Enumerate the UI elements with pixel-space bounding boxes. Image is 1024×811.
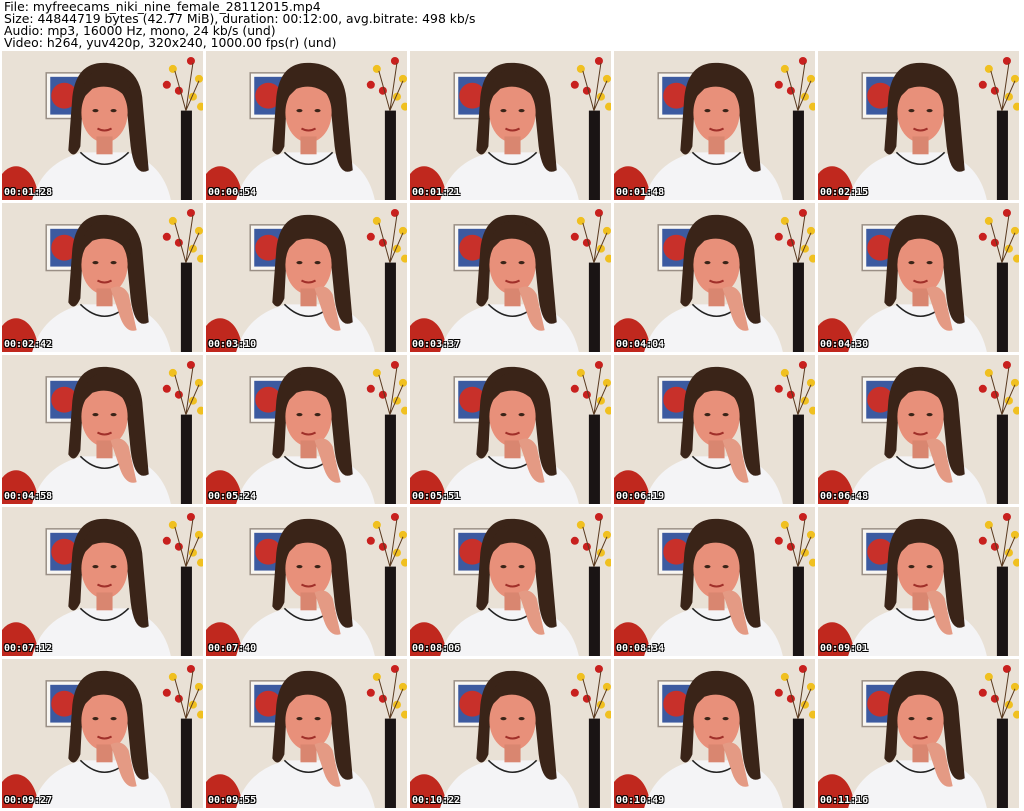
timestamp-label: 00:09:27: [4, 795, 53, 806]
frame-image: [818, 203, 1019, 352]
video-thumbnail: 00:10:49: [614, 659, 815, 808]
frame-image: [2, 51, 203, 200]
video-thumbnail: 00:10:22: [410, 659, 611, 808]
video-thumbnail: 00:02:42: [2, 203, 203, 352]
frame-image: [818, 659, 1019, 808]
timestamp-label: 00:04:30: [820, 339, 869, 350]
frame-image: [410, 51, 611, 200]
video-thumbnail: 00:04:30: [818, 203, 1019, 352]
frame-image: [614, 355, 815, 504]
timestamp-label: 00:03:37: [412, 339, 461, 350]
timestamp-label: 00:02:15: [820, 187, 869, 198]
video-thumbnail: 00:01:21: [410, 51, 611, 200]
video-thumbnail: 00:08:34: [614, 507, 815, 656]
video-thumbnail: 00:06:19: [614, 355, 815, 504]
timestamp-label: 00:06:48: [820, 491, 869, 502]
frame-image: [410, 659, 611, 808]
timestamp-label: 00:08:06: [412, 643, 461, 654]
file-info-header: File: myfreecams_niki_nine_female_281120…: [4, 0, 1020, 50]
video-thumbnail: 00:04:58: [2, 355, 203, 504]
video-thumbnail: 00:08:06: [410, 507, 611, 656]
timestamp-label: 00:02:42: [4, 339, 53, 350]
timestamp-label: 00:07:12: [4, 643, 53, 654]
timestamp-label: 00:11:16: [820, 795, 869, 806]
frame-image: [410, 355, 611, 504]
timestamp-label: 00:09:55: [208, 795, 257, 806]
timestamp-label: 00:07:40: [208, 643, 257, 654]
timestamp-label: 00:06:19: [616, 491, 665, 502]
video-thumbnail: 00:07:40: [206, 507, 407, 656]
frame-image: [818, 507, 1019, 656]
frame-image: [614, 203, 815, 352]
video-thumbnail: 00:05:24: [206, 355, 407, 504]
timestamp-label: 00:01:48: [616, 187, 665, 198]
video-thumbnail: 00:09:01: [818, 507, 1019, 656]
frame-image: [614, 51, 815, 200]
timestamp-label: 00:05:24: [208, 491, 257, 502]
timestamp-label: 00:04:58: [4, 491, 53, 502]
timestamp-label: 00:04:04: [616, 339, 665, 350]
video-thumbnail: 00:09:27: [2, 659, 203, 808]
video-thumbnail: 00:09:55: [206, 659, 407, 808]
thumbnail-grid: 00:01:28 00:00:54 00:01:21 00:01:48 00:02:15…: [2, 51, 1022, 809]
timestamp-label: 00:08:34: [616, 643, 665, 654]
video-thumbnail: 00:03:10: [206, 203, 407, 352]
timestamp-label: 00:01:28: [4, 187, 53, 198]
timestamp-label: 00:09:01: [820, 643, 869, 654]
video-thumbnail: 00:01:48: [614, 51, 815, 200]
frame-image: [206, 203, 407, 352]
frame-image: [2, 659, 203, 808]
frame-image: [206, 507, 407, 656]
frame-image: [818, 355, 1019, 504]
video-thumbnail: 00:03:37: [410, 203, 611, 352]
frame-image: [2, 507, 203, 656]
frame-image: [818, 51, 1019, 200]
frame-image: [2, 355, 203, 504]
video-thumbnail: 00:05:51: [410, 355, 611, 504]
frame-image: [2, 203, 203, 352]
frame-image: [410, 203, 611, 352]
frame-image: [410, 507, 611, 656]
frame-image: [206, 51, 407, 200]
video-thumbnail: 00:00:54: [206, 51, 407, 200]
frame-image: [614, 659, 815, 808]
video-thumbnail: 00:11:16: [818, 659, 1019, 808]
frame-image: [206, 659, 407, 808]
timestamp-label: 00:05:51: [412, 491, 461, 502]
video-thumbnail: 00:04:04: [614, 203, 815, 352]
timestamp-label: 00:10:49: [616, 795, 665, 806]
video-thumbnail: 00:01:28: [2, 51, 203, 200]
video-thumbnail: 00:07:12: [2, 507, 203, 656]
timestamp-label: 00:00:54: [208, 187, 257, 198]
video-info-line: Video: h264, yuv420p, 320x240, 1000.00 f…: [4, 35, 337, 50]
video-thumbnail: 00:02:15: [818, 51, 1019, 200]
timestamp-label: 00:03:10: [208, 339, 257, 350]
frame-image: [206, 355, 407, 504]
frame-image: [614, 507, 815, 656]
video-thumbnail: 00:06:48: [818, 355, 1019, 504]
timestamp-label: 00:01:21: [412, 187, 461, 198]
timestamp-label: 00:10:22: [412, 795, 461, 806]
